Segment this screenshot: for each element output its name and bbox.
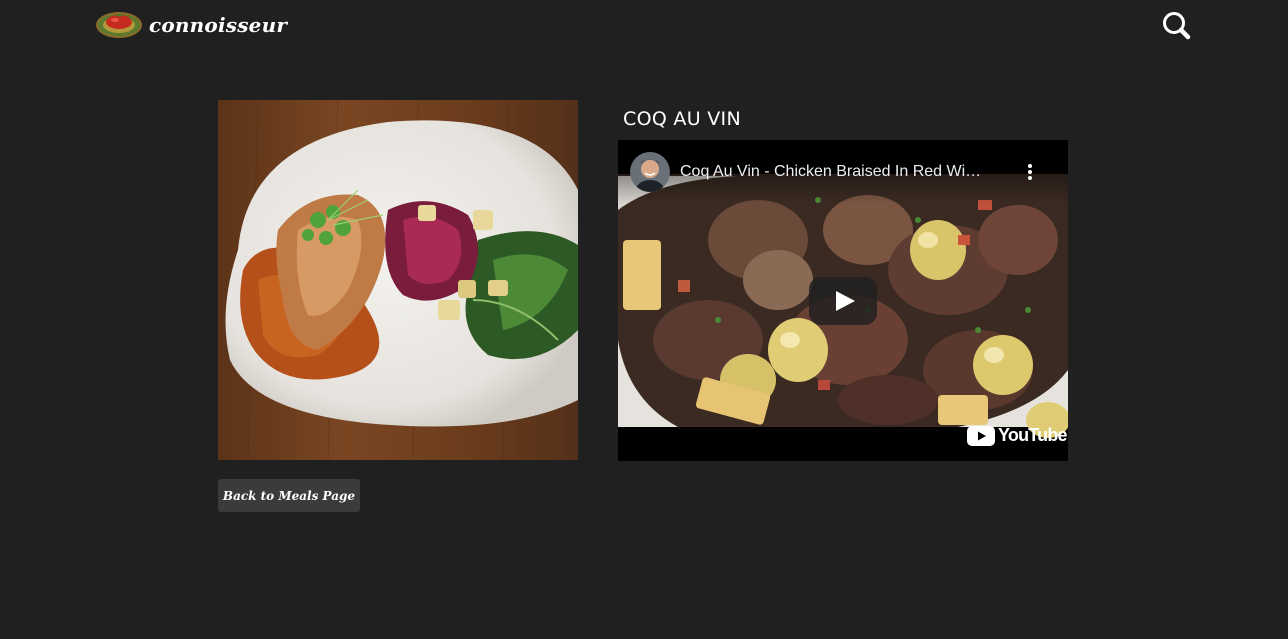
search-icon <box>1163 12 1191 40</box>
meal-photo <box>218 100 578 460</box>
play-icon <box>809 277 877 325</box>
more-options-button[interactable] <box>1022 162 1038 182</box>
more-options-icon <box>1028 164 1032 180</box>
video-title[interactable]: Coq Au Vin - Chicken Braised In Red Wi… <box>680 163 1010 181</box>
site-header: connoisseur <box>0 0 1288 54</box>
channel-avatar[interactable] <box>630 152 670 192</box>
meal-image <box>218 100 578 460</box>
search-button[interactable] <box>1160 10 1194 42</box>
brand-logo[interactable]: connoisseur <box>95 8 287 40</box>
youtube-logo-icon <box>967 425 995 446</box>
tomato-plate-logo-icon <box>96 12 142 38</box>
youtube-wordmark: YouTube <box>998 425 1068 445</box>
play-button[interactable] <box>809 277 877 325</box>
youtube-logo[interactable]: YouTube <box>967 425 1068 446</box>
meal-title: COQ AU VIN <box>623 108 741 130</box>
channel-avatar-icon <box>630 152 670 192</box>
back-to-meals-button[interactable]: Back to Meals Page <box>218 479 360 512</box>
video-embed[interactable]: Coq Au Vin - Chicken Braised In Red Wi… … <box>618 140 1068 461</box>
brand-name: connoisseur <box>149 13 288 37</box>
